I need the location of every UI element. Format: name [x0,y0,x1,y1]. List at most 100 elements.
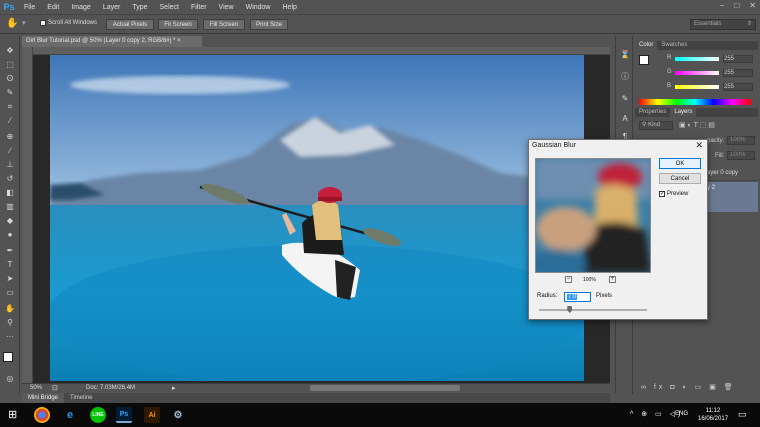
notifications-icon[interactable]: ▭ [738,409,747,420]
blur-preview-window[interactable] [535,158,651,273]
taskbar-clock[interactable]: 11:12 16/06/2017 [698,407,728,423]
preview-checkbox[interactable]: ✓ [659,191,665,197]
tab-color[interactable]: Color [635,41,658,50]
blue-slider[interactable]: B 255 [667,83,755,91]
character-icon[interactable]: A [619,114,631,124]
zoom-level[interactable]: 50% [30,385,42,391]
preview-option[interactable]: ✓ Preview [659,191,688,197]
panel-foreground-swatch[interactable] [639,55,649,65]
dodge-tool-icon[interactable]: ● [4,230,16,240]
properties-icon[interactable]: ⓘ [619,72,631,82]
opacity-input[interactable]: 100% [727,136,755,145]
hand-tool-icon[interactable]: ✋ [6,18,18,29]
crop-tool-icon[interactable]: ⌗ [4,102,16,112]
menu-type[interactable]: Type [126,4,153,11]
shape-tool-icon[interactable]: ▭ [4,288,16,298]
layer-row[interactable]: ayer 0 copy [705,165,758,181]
history-brush-tool-icon[interactable]: ↺ [4,174,16,184]
windows-start-icon[interactable]: ⊞ [8,408,17,421]
layer-actions-icons[interactable]: ∞ fx ◘ ◐ ▭ ▣ 🗑 [641,383,736,391]
blue-value[interactable]: 255 [723,83,753,91]
quick-mask-icon[interactable]: ◎ [4,374,16,384]
type-tool-icon[interactable]: T [4,260,16,270]
history-icon[interactable]: ⌛ [619,50,631,60]
menu-image[interactable]: Image [65,4,96,11]
layer-filter-kind[interactable]: ⚲ Kind [639,121,673,130]
zoom-out-button[interactable]: − [565,276,572,283]
tab-properties[interactable]: Properties [635,108,670,117]
ok-button[interactable]: OK [659,158,701,169]
eyedropper-tool-icon[interactable]: ⁄ [4,116,16,126]
canvas-photo[interactable] [50,55,584,381]
menu-help[interactable]: Help [277,4,303,11]
menu-layer[interactable]: Layer [97,4,127,11]
status-menu-arrow-icon[interactable]: ▸ [172,384,176,392]
eraser-tool-icon[interactable]: ◧ [4,188,16,198]
tab-layers[interactable]: Layers [670,108,697,117]
healing-brush-tool-icon[interactable]: ⊕ [4,132,16,142]
tab-timeline[interactable]: Timeline [64,393,98,403]
clone-stamp-tool-icon[interactable]: ⊥ [4,160,16,170]
input-language[interactable]: ENG [675,411,688,417]
cancel-button[interactable]: Cancel [659,173,701,184]
menu-select[interactable]: Select [154,4,185,11]
menu-file[interactable]: File [18,4,41,11]
menu-edit[interactable]: Edit [41,4,65,11]
path-selection-tool-icon[interactable]: ➤ [4,274,16,284]
horizontal-scrollbar-thumb[interactable] [310,385,460,391]
scroll-all-windows-option[interactable]: Scroll All Windows [40,20,97,26]
brush-tool-icon[interactable]: ∕ [4,146,16,156]
tab-mini-bridge[interactable]: Mini Bridge [22,393,65,403]
green-slider[interactable]: G 255 [667,69,755,77]
zoom-tool-icon[interactable]: ⚲ [4,318,16,328]
menu-filter[interactable]: Filter [185,4,213,11]
fill-screen-button[interactable]: Fill Screen [203,19,245,30]
fit-screen-button[interactable]: Fit Screen [158,19,198,30]
move-tool-icon[interactable]: ✥ [4,46,16,56]
blur-tool-icon[interactable]: ◆ [4,216,16,226]
radius-input[interactable]: 7.0 [564,292,591,302]
quick-select-tool-icon[interactable]: ✎ [4,88,16,98]
more-tools-icon[interactable]: ··· [4,332,16,342]
color-spectrum[interactable] [639,99,751,105]
photoshop-taskbar-icon[interactable]: Ps [116,407,132,423]
green-value[interactable]: 255 [723,69,753,77]
layer-row-selected[interactable]: y 2 [705,182,758,212]
hand-tool-icon[interactable]: ✋ [4,304,16,314]
document-size[interactable]: Doc: 7.03M/26.4M [86,385,135,391]
foreground-color-swatch[interactable] [3,352,13,362]
maximize-button[interactable]: □ [734,1,739,10]
close-icon[interactable]: ✕ [695,140,703,151]
radius-slider-thumb[interactable] [567,306,573,313]
red-slider[interactable]: R 255 [667,55,755,63]
gradient-tool-icon[interactable]: ▥ [4,202,16,212]
marquee-tool-icon[interactable]: ⬚ [4,60,16,70]
steam-icon[interactable]: ⚙ [170,407,186,423]
minimize-button[interactable]: − [720,1,725,10]
menu-view[interactable]: View [213,4,240,11]
fill-input[interactable]: 100% [727,151,755,160]
red-slider-track[interactable] [675,57,719,61]
tab-swatches[interactable]: Swatches [657,41,691,50]
radius-slider-track[interactable] [539,309,647,311]
green-slider-track[interactable] [675,71,719,75]
pen-tool-icon[interactable]: ✒ [4,246,16,256]
status-info-icon[interactable]: ⊡ [52,384,58,392]
lasso-tool-icon[interactable]: ʘ [4,74,16,84]
edge-icon[interactable]: e [62,407,78,423]
document-tab[interactable]: Girl Blur Tutorial.psd @ 50% (Layer 0 co… [22,36,202,47]
actual-pixels-button[interactable]: Actual Pixels [106,19,154,30]
tool-preset-dropdown-icon[interactable]: ▾ [22,19,26,27]
workspace-dropdown[interactable]: Essentials ⇕ [690,19,756,30]
illustrator-taskbar-icon[interactable]: Ai [144,407,160,423]
menu-window[interactable]: Window [240,4,277,11]
print-size-button[interactable]: Print Size [250,19,288,30]
line-icon[interactable]: LINE [90,407,106,423]
red-value[interactable]: 255 [723,55,753,63]
close-window-button[interactable]: ✕ [749,1,756,10]
brush-panel-icon[interactable]: ✎ [619,94,631,104]
chrome-icon[interactable] [34,407,50,423]
zoom-in-button[interactable]: + [609,276,616,283]
blue-slider-track[interactable] [675,85,719,89]
scroll-all-checkbox[interactable] [40,20,46,26]
